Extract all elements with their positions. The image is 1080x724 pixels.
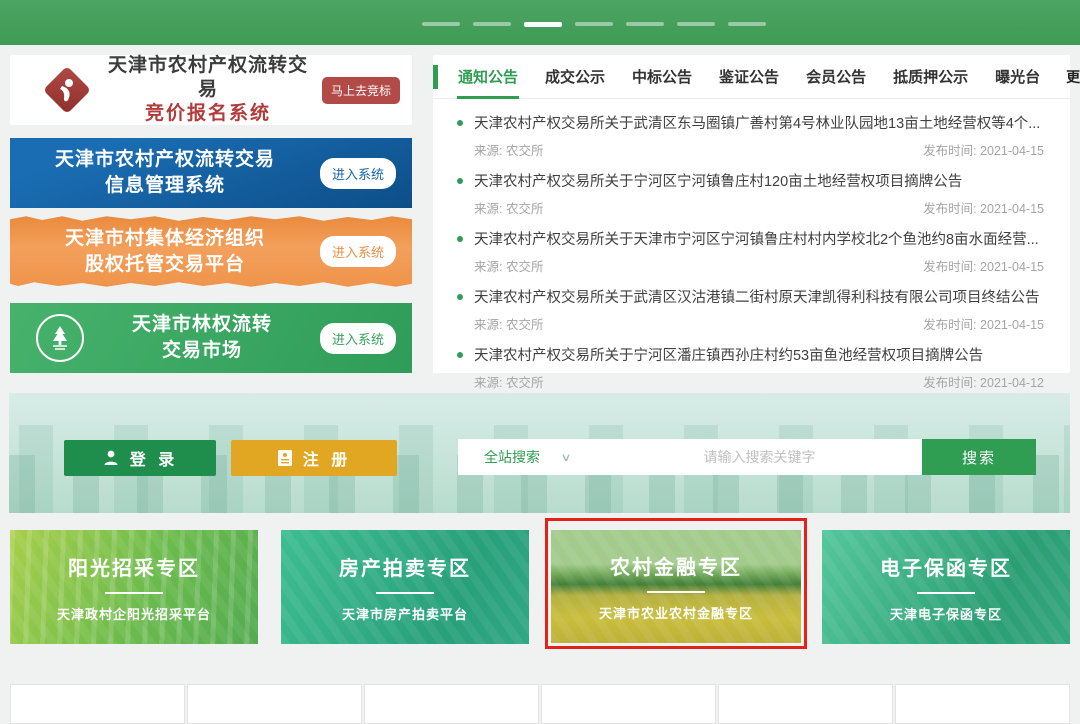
tab-exposure[interactable]: 曝光台 xyxy=(994,54,1041,99)
search-bar: 全站搜索 ∨ xyxy=(458,439,931,475)
tab-member[interactable]: 会员公告 xyxy=(805,54,867,99)
login-search-band: 登 录 注 册 全站搜索 ∨ 搜索 xyxy=(9,393,1070,513)
news-source: 来源: 农交所 xyxy=(474,256,543,275)
id-card-icon xyxy=(277,449,293,467)
news-title-link[interactable]: 天津农村产权交易所关于武清区汉沽港镇二街村原天津凯得利科技有限公司项目终结公告 xyxy=(474,286,1040,307)
site-logo-diamond-icon xyxy=(44,67,90,113)
tab-deal-publicity[interactable]: 成交公示 xyxy=(544,54,606,99)
news-item: 天津农村产权交易所关于武清区东马圈镇广善村第4号林业队园地13亩土地经营权等4个… xyxy=(457,107,1046,165)
user-icon xyxy=(102,449,120,467)
bidding-system-title: 天津市农村产权流转交易 xyxy=(100,54,316,102)
partner-box[interactable] xyxy=(10,684,185,724)
announcement-panel: 通知公告 成交公示 中标公告 鉴证公告 会员公告 抵质押公示 曝光台 更多 ▶ … xyxy=(433,55,1070,373)
carousel-dot[interactable] xyxy=(524,22,562,27)
register-button[interactable]: 注 册 xyxy=(231,440,397,476)
tree-icon xyxy=(36,314,84,362)
news-source: 来源: 农交所 xyxy=(474,372,543,391)
top-carousel-bar xyxy=(0,0,1080,45)
news-list: 天津农村产权交易所关于武清区东马圈镇广善村第4号林业队园地13亩土地经营权等4个… xyxy=(433,99,1070,397)
carousel-dot[interactable] xyxy=(677,22,715,26)
info-management-banner[interactable]: 天津市农村产权流转交易 信息管理系统 进入系统 xyxy=(10,138,412,208)
bidding-system-subtitle: 竞价报名系统 xyxy=(100,102,316,126)
tab-certification[interactable]: 鉴证公告 xyxy=(718,54,780,99)
partner-box[interactable] xyxy=(364,684,539,724)
carousel-dots xyxy=(422,22,766,27)
news-title-link[interactable]: 天津农村产权交易所关于武清区东马圈镇广善村第4号林业队园地13亩土地经营权等4个… xyxy=(474,112,1040,133)
equity-enter-button[interactable]: 进入系统 xyxy=(320,236,396,267)
news-title-link[interactable]: 天津农村产权交易所关于天津市宁河区宁河镇鲁庄村村内学校北2个鱼池约8亩水面经营.… xyxy=(474,228,1039,249)
news-time: 发布时间: 2021-04-15 xyxy=(923,198,1044,217)
partner-box[interactable] xyxy=(895,684,1070,724)
equity-title-line1: 天津市村集体经济组织 xyxy=(10,226,320,252)
chevron-down-icon: ∨ xyxy=(560,451,571,464)
bullet-icon xyxy=(457,352,463,358)
partner-box[interactable] xyxy=(187,684,362,724)
partner-strip xyxy=(10,684,1070,724)
news-time: 发布时间: 2021-04-15 xyxy=(923,140,1044,159)
tab-pledge[interactable]: 抵质押公示 xyxy=(892,54,969,99)
equity-title-line2: 股权托管交易平台 xyxy=(10,252,320,278)
search-button[interactable]: 搜索 xyxy=(922,439,1036,475)
carousel-dot[interactable] xyxy=(575,22,613,26)
news-source: 来源: 农交所 xyxy=(474,198,543,217)
bullet-icon xyxy=(457,178,463,184)
info-system-title-line1: 天津市农村产权流转交易 xyxy=(10,147,320,173)
news-time: 发布时间: 2021-04-15 xyxy=(923,314,1044,333)
announcement-tabbar: 通知公告 成交公示 中标公告 鉴证公告 会员公告 抵质押公示 曝光台 更多 ▶ xyxy=(433,55,1070,99)
info-system-title-line2: 信息管理系统 xyxy=(10,173,320,199)
carousel-dot[interactable] xyxy=(626,22,664,26)
forest-title-line1: 天津市林权流转 xyxy=(84,312,320,338)
equity-platform-banner[interactable]: 天津市村集体经济组织 股权托管交易平台 进入系统 xyxy=(10,214,412,289)
more-link[interactable]: 更多 ▶ xyxy=(1066,67,1080,87)
zone-card-e-guarantee[interactable]: 电子保函专区 天津电子保函专区 xyxy=(822,530,1070,644)
login-button[interactable]: 登 录 xyxy=(64,440,216,476)
bullet-icon xyxy=(457,236,463,242)
tab-winning-bid[interactable]: 中标公告 xyxy=(631,54,693,99)
bidding-system-card[interactable]: 天津市农村产权流转交易 竞价报名系统 马上去竞标 xyxy=(10,55,412,125)
partner-box[interactable] xyxy=(541,684,716,724)
info-system-enter-button[interactable]: 进入系统 xyxy=(320,158,396,189)
search-scope-select[interactable]: 全站搜索 ∨ xyxy=(458,447,588,467)
zone-card-rural-finance[interactable]: 农村金融专区 天津市农业农村金融专区 xyxy=(551,530,801,643)
news-item: 天津农村产权交易所关于宁河区宁河镇鲁庄村120亩土地经营权项目摘牌公告来源: 农… xyxy=(457,165,1046,223)
zone-card-sunshine-procurement[interactable]: 阳光招采专区 天津政村企阳光招采平台 xyxy=(10,530,258,644)
news-time: 发布时间: 2021-04-12 xyxy=(923,372,1044,391)
search-input[interactable] xyxy=(588,449,931,465)
go-bid-button[interactable]: 马上去竞标 xyxy=(322,77,400,104)
news-item: 天津农村产权交易所关于天津市宁河区宁河镇鲁庄村村内学校北2个鱼池约8亩水面经营.… xyxy=(457,223,1046,281)
carousel-dot[interactable] xyxy=(422,22,460,26)
news-title-link[interactable]: 天津农村产权交易所关于宁河区宁河镇鲁庄村120亩土地经营权项目摘牌公告 xyxy=(474,170,962,191)
news-title-link[interactable]: 天津农村产权交易所关于宁河区潘庄镇西孙庄村约53亩鱼池经营权项目摘牌公告 xyxy=(474,344,983,365)
forest-enter-button[interactable]: 进入系统 xyxy=(320,323,396,354)
partner-box[interactable] xyxy=(718,684,893,724)
news-item: 天津农村产权交易所关于宁河区潘庄镇西孙庄村约53亩鱼池经营权项目摘牌公告来源: … xyxy=(457,339,1046,397)
bullet-icon xyxy=(457,294,463,300)
bullet-icon xyxy=(457,120,463,126)
news-source: 来源: 农交所 xyxy=(474,314,543,333)
carousel-dot[interactable] xyxy=(728,22,766,26)
forest-market-banner[interactable]: 天津市林权流转 交易市场 进入系统 xyxy=(10,303,412,373)
zone-card-real-estate-auction[interactable]: 房产拍卖专区 天津市房产拍卖平台 xyxy=(281,530,529,644)
news-time: 发布时间: 2021-04-15 xyxy=(923,256,1044,275)
tab-accent-bar xyxy=(433,65,438,89)
tab-notice[interactable]: 通知公告 xyxy=(457,54,519,99)
news-item: 天津农村产权交易所关于武清区汉沽港镇二街村原天津凯得利科技有限公司项目终结公告来… xyxy=(457,281,1046,339)
carousel-dot[interactable] xyxy=(473,22,511,26)
news-source: 来源: 农交所 xyxy=(474,140,543,159)
forest-title-line2: 交易市场 xyxy=(84,338,320,364)
